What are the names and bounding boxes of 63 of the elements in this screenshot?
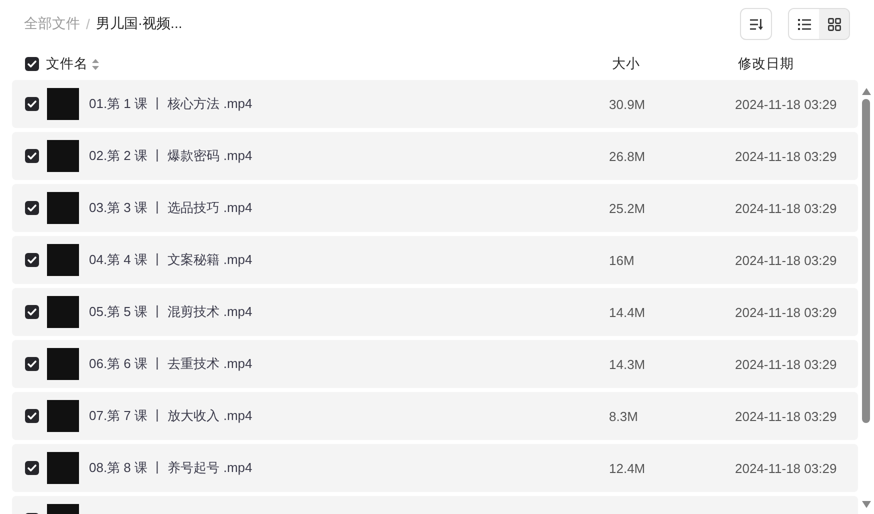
- file-size: 8.3M: [609, 408, 639, 424]
- column-header[interactable]: 大小: [612, 55, 738, 73]
- file-row[interactable]: 04.第 4 课 丨 文案秘籍 .mp4 16M 2024-11-18 03:29: [12, 236, 858, 284]
- modified-date: 2024-11-18 03:29: [735, 356, 837, 372]
- modified-date: 2024-11-18 03:29: [735, 304, 837, 320]
- file-name: 05.第 5 课 丨 混剪技术 .mp4: [89, 303, 254, 321]
- checkbox[interactable]: [25, 201, 39, 215]
- sort-lines-icon: [750, 18, 762, 30]
- file-size: 25.2M: [609, 200, 646, 216]
- scroll-up-icon[interactable]: [862, 88, 870, 95]
- breadcrumb-separator: /: [86, 16, 90, 32]
- video-thumbnail: [47, 140, 79, 172]
- checkbox[interactable]: [25, 409, 39, 423]
- scrollbar-thumb[interactable]: [862, 99, 870, 423]
- file-name: 07.第 7 课 丨 放大收入 .mp4: [89, 407, 254, 425]
- file-row[interactable]: 07.第 7 课 丨 放大收入 .mp4 8.3M 2024-11-18 03:29: [12, 392, 858, 440]
- video-thumbnail: [47, 296, 79, 328]
- file-name: 03.第 3 课 丨 选品技巧 .mp4: [89, 199, 254, 217]
- scroll-down-icon[interactable]: [862, 501, 870, 508]
- file-size: 12.4M: [609, 460, 646, 476]
- file-size: 26.8M: [609, 148, 646, 164]
- sort-button[interactable]: [740, 8, 772, 40]
- file-size: 16M: [609, 252, 636, 268]
- checkbox[interactable]: [25, 57, 39, 71]
- breadcrumb-current[interactable]: 男儿国·视频...: [96, 15, 182, 33]
- file-name: 08.第 8 课 丨 养号起号 .mp4: [89, 459, 254, 477]
- checkbox[interactable]: [25, 461, 39, 475]
- file-name: 04.第 4 课 丨 文案秘籍 .mp4: [89, 251, 254, 269]
- modified-date: 2024-11-18 03:29: [735, 200, 837, 216]
- checkbox[interactable]: [25, 357, 39, 371]
- sort-icon[interactable]: [92, 58, 99, 70]
- checkbox[interactable]: [25, 149, 39, 163]
- grid-icon: [828, 18, 840, 30]
- file-name: 01.第 1 课 丨 核心方法 .mp4: [89, 95, 254, 113]
- file-name: 06.第 6 课 丨 去重技术 .mp4: [89, 355, 254, 373]
- checkbox[interactable]: [25, 97, 39, 111]
- file-size: 14.3M: [609, 356, 646, 372]
- list-view-button[interactable]: [789, 9, 819, 39]
- modified-date: 2024-11-18 03:29: [735, 96, 837, 112]
- file-row[interactable]: 06.第 6 课 丨 去重技术 .mp4 14.3M 2024-11-18 03:29: [12, 340, 858, 388]
- video-thumbnail: [47, 88, 79, 120]
- video-thumbnail: [47, 348, 79, 380]
- column-header[interactable]: 修改日期: [738, 55, 794, 73]
- list-icon: [798, 18, 810, 30]
- file-size: 14.4M: [609, 304, 646, 320]
- file-row[interactable]: 03.第 3 课 丨 选品技巧 .mp4 25.2M 2024-11-18 03:29: [12, 184, 858, 232]
- file-row[interactable]: 01.第 1 课 丨 核心方法 .mp4 30.9M 2024-11-18 03:29: [12, 80, 858, 128]
- video-thumbnail: [47, 400, 79, 432]
- checkbox[interactable]: [25, 253, 39, 267]
- file-row[interactable]: 08.第 8 课 丨 养号起号 .mp4 12.4M 2024-11-18 03:29: [12, 444, 858, 492]
- file-row[interactable]: 05.第 5 课 丨 混剪技术 .mp4 14.4M 2024-11-18 03:29: [12, 288, 858, 336]
- checkbox[interactable]: [25, 305, 39, 319]
- modified-date: 2024-11-18 03:29: [735, 460, 837, 476]
- file-size: 30.9M: [609, 96, 646, 112]
- video-thumbnail: [47, 244, 79, 276]
- modified-date: 2024-11-18 03:29: [735, 148, 837, 164]
- video-thumbnail: [47, 192, 79, 224]
- file-name: 02.第 2 课 丨 爆款密码 .mp4: [89, 147, 254, 165]
- video-thumbnail: [47, 452, 79, 484]
- modified-date: 2024-11-18 03:29: [735, 408, 837, 424]
- file-row[interactable]: 02.第 2 课 丨 爆款密码 .mp4 26.8M 2024-11-18 03:29: [12, 132, 858, 180]
- modified-date: 2024-11-18 03:29: [735, 252, 837, 268]
- column-header[interactable]: 文件名: [46, 55, 88, 73]
